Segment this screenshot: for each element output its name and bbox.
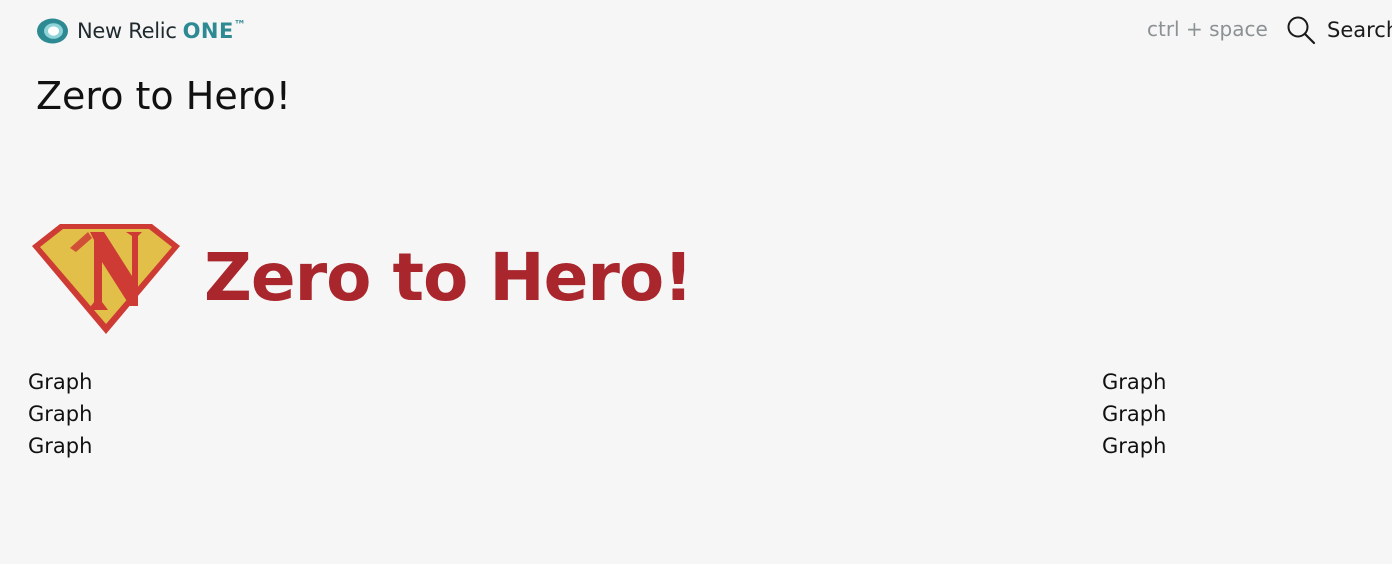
brand-trademark: ™ bbox=[233, 18, 247, 32]
new-relic-logo-icon bbox=[36, 17, 69, 45]
page-title: Zero to Hero! bbox=[36, 74, 291, 118]
search-icon bbox=[1286, 15, 1316, 45]
superhero-shield-icon bbox=[30, 220, 182, 338]
search-button[interactable]: Search bbox=[1286, 14, 1392, 46]
graph-widget[interactable]: Graph bbox=[1102, 430, 1166, 462]
graph-column-right: Graph Graph Graph bbox=[1102, 366, 1166, 462]
brand-name: New Relic bbox=[77, 19, 177, 43]
graph-widget[interactable]: Graph bbox=[28, 430, 92, 462]
graph-widget[interactable]: Graph bbox=[1102, 398, 1166, 430]
search-label: Search bbox=[1327, 18, 1392, 42]
top-bar: New Relic ONE™ ctrl + space Search bbox=[0, 0, 1392, 62]
hero-title: Zero to Hero! bbox=[204, 238, 693, 316]
graph-widget[interactable]: Graph bbox=[1102, 366, 1166, 398]
graph-column-left: Graph Graph Graph bbox=[28, 366, 92, 462]
search-shortcut-hint: ctrl + space bbox=[1147, 17, 1268, 41]
hero-banner: Zero to Hero! bbox=[30, 218, 693, 340]
graph-widget[interactable]: Graph bbox=[28, 398, 92, 430]
brand-product-label: ONE bbox=[182, 19, 234, 43]
brand-product: ONE™ bbox=[182, 18, 247, 43]
brand-home-link[interactable]: New Relic ONE™ bbox=[36, 16, 246, 46]
graph-widget[interactable]: Graph bbox=[28, 366, 92, 398]
